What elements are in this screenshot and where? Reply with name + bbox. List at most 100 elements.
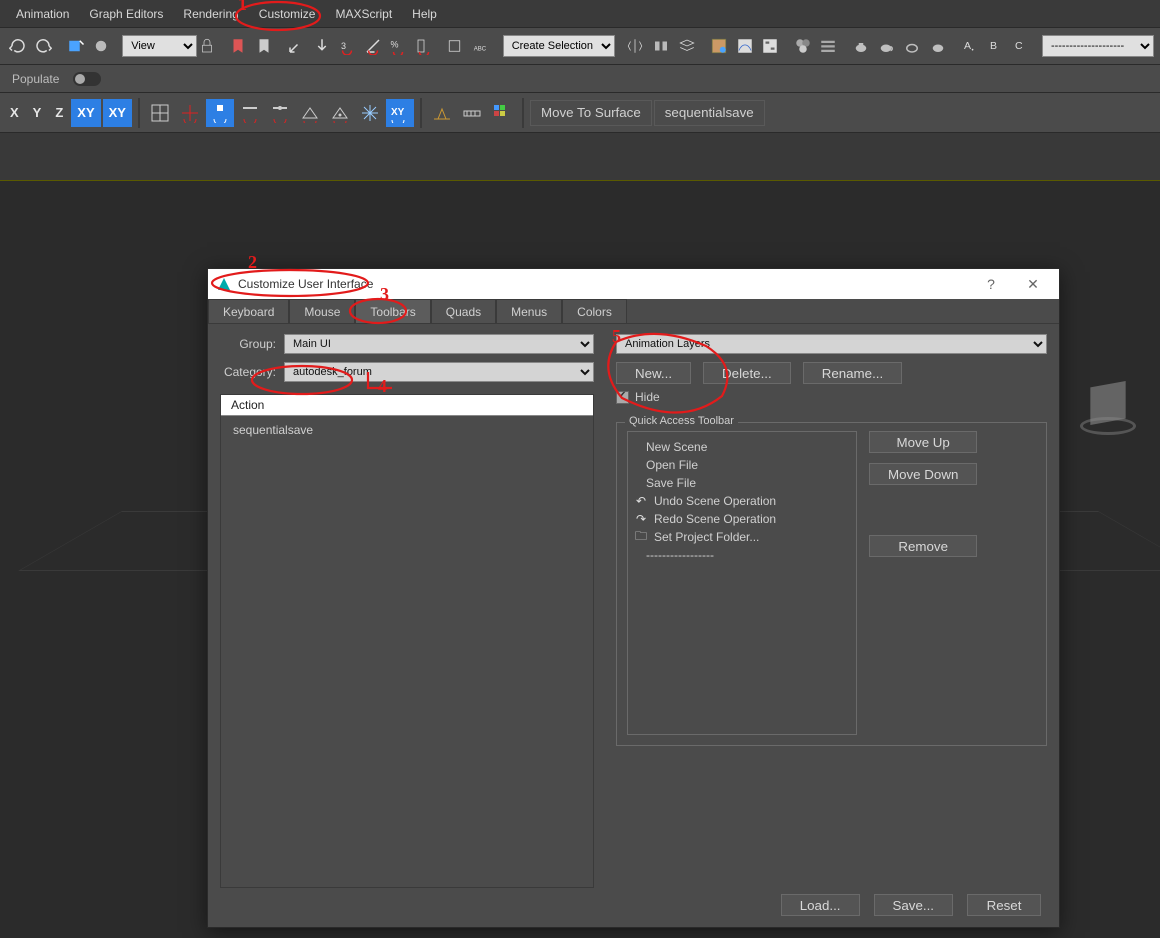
- axis-y-button[interactable]: Y: [27, 99, 48, 127]
- snap-3-icon[interactable]: 3: [335, 32, 359, 60]
- angle-snap-icon[interactable]: [361, 32, 385, 60]
- populate-toggle[interactable]: [73, 72, 101, 86]
- tab-toolbars[interactable]: Toolbars: [355, 299, 430, 323]
- unlink-button[interactable]: [90, 32, 114, 60]
- working-pivot-icon[interactable]: [428, 99, 456, 127]
- teapot-3-icon[interactable]: [900, 32, 924, 60]
- delete-toolbar-button[interactable]: Delete...: [703, 362, 791, 384]
- svg-text:ABC: ABC: [474, 47, 487, 53]
- move-to-surface-button[interactable]: Move To Surface: [530, 100, 652, 126]
- axis-xy2-button[interactable]: XY: [103, 99, 132, 127]
- tab-quads[interactable]: Quads: [431, 299, 496, 323]
- viewcube[interactable]: [1080, 379, 1136, 435]
- edge-mid-snap-icon[interactable]: [266, 99, 294, 127]
- dialog-titlebar[interactable]: Customize User Interface ? ✕: [208, 269, 1059, 299]
- view-selector[interactable]: View: [122, 35, 217, 57]
- layers-icon[interactable]: [675, 32, 699, 60]
- category-select[interactable]: autodesk_forum: [284, 362, 594, 382]
- xy-snap-icon[interactable]: XY: [386, 99, 414, 127]
- qat-separator[interactable]: -----------------: [632, 546, 852, 564]
- menu-rendering[interactable]: Rendering: [173, 3, 248, 25]
- align-icon[interactable]: [649, 32, 673, 60]
- tab-menus[interactable]: Menus: [496, 299, 562, 323]
- percent-snap-icon[interactable]: %: [387, 32, 411, 60]
- a-sub-icon[interactable]: A•: [958, 32, 982, 60]
- material-editor-icon[interactable]: [791, 32, 815, 60]
- svg-text:%: %: [391, 40, 399, 50]
- action-item[interactable]: sequentialsave: [231, 420, 583, 440]
- tab-keyboard[interactable]: Keyboard: [208, 299, 289, 323]
- load-button[interactable]: Load...: [781, 894, 860, 916]
- hide-checkbox[interactable]: [616, 391, 629, 404]
- menu-animation[interactable]: Animation: [6, 3, 79, 25]
- axis-x-button[interactable]: X: [4, 99, 25, 127]
- redo-button[interactable]: [32, 32, 56, 60]
- menu-graph-editors[interactable]: Graph Editors: [79, 3, 173, 25]
- face-snap-icon[interactable]: [296, 99, 324, 127]
- save-button[interactable]: Save...: [874, 894, 954, 916]
- undo-button[interactable]: [6, 32, 30, 60]
- face-center-snap-icon[interactable]: [326, 99, 354, 127]
- qat-item-redo[interactable]: ↷Redo Scene Operation: [632, 510, 852, 528]
- qat-item-undo[interactable]: ↶Undo Scene Operation: [632, 492, 852, 510]
- close-icon[interactable]: ✕: [1015, 276, 1051, 293]
- svg-text:C: C: [1015, 40, 1023, 52]
- scene-explorer-icon[interactable]: [707, 32, 731, 60]
- axis-xy-button[interactable]: XY: [71, 99, 100, 127]
- folder-icon: 🗀: [634, 530, 648, 544]
- spinner-snap-icon[interactable]: [412, 32, 436, 60]
- qat-item-set-project[interactable]: 🗀Set Project Folder...: [632, 528, 852, 546]
- abc-icon[interactable]: ABC: [470, 32, 494, 60]
- group-select[interactable]: Main UI: [284, 334, 594, 354]
- qat-item-new-scene[interactable]: New Scene: [632, 438, 852, 456]
- axis-down-icon[interactable]: [310, 32, 334, 60]
- qat-list[interactable]: New Scene Open File Save File ↶Undo Scen…: [627, 431, 857, 735]
- material-list-icon[interactable]: [817, 32, 841, 60]
- qat-item-open-file[interactable]: Open File: [632, 456, 852, 474]
- action-list[interactable]: sequentialsave: [221, 416, 593, 444]
- move-up-button[interactable]: Move Up: [869, 431, 977, 453]
- menu-help[interactable]: Help: [402, 3, 447, 25]
- color-grid-icon[interactable]: [488, 99, 516, 127]
- teapot-4-icon[interactable]: [926, 32, 950, 60]
- measure-icon[interactable]: [458, 99, 486, 127]
- selection-set-dropdown[interactable]: Create Selection Se: [503, 35, 615, 57]
- qat-title: Quick Access Toolbar: [625, 415, 738, 427]
- curve-editor-icon[interactable]: [733, 32, 757, 60]
- toolbar-target-select[interactable]: Animation Layers: [616, 334, 1047, 354]
- schematic-view-icon[interactable]: [758, 32, 782, 60]
- link-button[interactable]: [64, 32, 88, 60]
- edge-snap-icon[interactable]: [236, 99, 264, 127]
- vertex-snap-icon[interactable]: [206, 99, 234, 127]
- tab-mouse[interactable]: Mouse: [289, 299, 355, 323]
- teapot-1-icon[interactable]: [849, 32, 873, 60]
- tab-colors[interactable]: Colors: [562, 299, 627, 323]
- c-sub-icon[interactable]: C: [1009, 32, 1033, 60]
- help-icon[interactable]: ?: [973, 276, 1009, 292]
- action-header[interactable]: Action: [221, 395, 593, 416]
- mirror-icon[interactable]: [624, 32, 648, 60]
- axis-z-button[interactable]: Z: [49, 99, 69, 127]
- bookmark-2-icon[interactable]: [252, 32, 276, 60]
- b-sub-icon[interactable]: B: [984, 32, 1008, 60]
- named-sel-icon[interactable]: [445, 32, 469, 60]
- grid-snap-icon[interactable]: [146, 99, 174, 127]
- view-selector-lock-icon[interactable]: [197, 35, 217, 57]
- rename-toolbar-button[interactable]: Rename...: [803, 362, 903, 384]
- dialog-tabs: Keyboard Mouse Toolbars Quads Menus Colo…: [208, 299, 1059, 324]
- remove-button[interactable]: Remove: [869, 535, 977, 557]
- bookmark-1-icon[interactable]: [226, 32, 250, 60]
- right-dropdown[interactable]: --------------------: [1042, 35, 1154, 57]
- reset-button[interactable]: Reset: [967, 894, 1041, 916]
- frozen-snap-icon[interactable]: [356, 99, 384, 127]
- new-toolbar-button[interactable]: New...: [616, 362, 691, 384]
- axis-move-icon[interactable]: [284, 32, 308, 60]
- move-down-button[interactable]: Move Down: [869, 463, 977, 485]
- menu-maxscript[interactable]: MAXScript: [325, 3, 402, 25]
- teapot-2-icon[interactable]: [875, 32, 899, 60]
- sequentialsave-button[interactable]: sequentialsave: [654, 100, 765, 126]
- svg-text:•: •: [972, 48, 974, 54]
- qat-item-save-file[interactable]: Save File: [632, 474, 852, 492]
- pivot-snap-icon[interactable]: [176, 99, 204, 127]
- menu-customize[interactable]: Customize: [249, 3, 326, 25]
